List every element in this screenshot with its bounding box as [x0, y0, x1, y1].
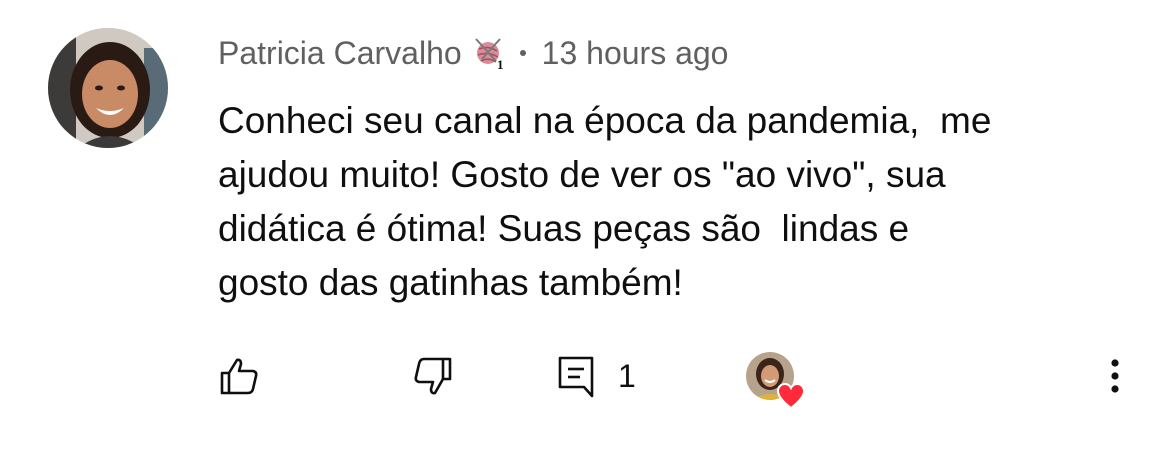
thumbs-up-icon [220, 358, 258, 395]
badge-number: 1 [497, 57, 504, 71]
dislike-button[interactable] [412, 352, 454, 400]
like-button[interactable] [218, 352, 260, 400]
separator-dot [519, 50, 526, 56]
more-options-button[interactable] [1100, 354, 1130, 398]
author-name[interactable]: Patricia Carvalho [218, 35, 462, 72]
comment-header: Patricia Carvalho 1 13 hours ago [218, 30, 728, 76]
more-vertical-icon [1111, 359, 1119, 393]
comment-timestamp[interactable]: 13 hours ago [542, 35, 729, 72]
thumbs-down-icon [414, 357, 452, 395]
yarn-ball-member-badge-icon: 1 [472, 35, 508, 72]
reply-count: 1 [618, 357, 636, 394]
replies-button[interactable]: 1 [556, 352, 636, 400]
creator-heart [746, 352, 808, 414]
comment-text: Conheci seu canal na época da pandemia, … [218, 100, 992, 303]
heart-icon [776, 382, 806, 410]
comment-reply-icon [558, 356, 594, 398]
author-avatar[interactable] [48, 28, 168, 148]
